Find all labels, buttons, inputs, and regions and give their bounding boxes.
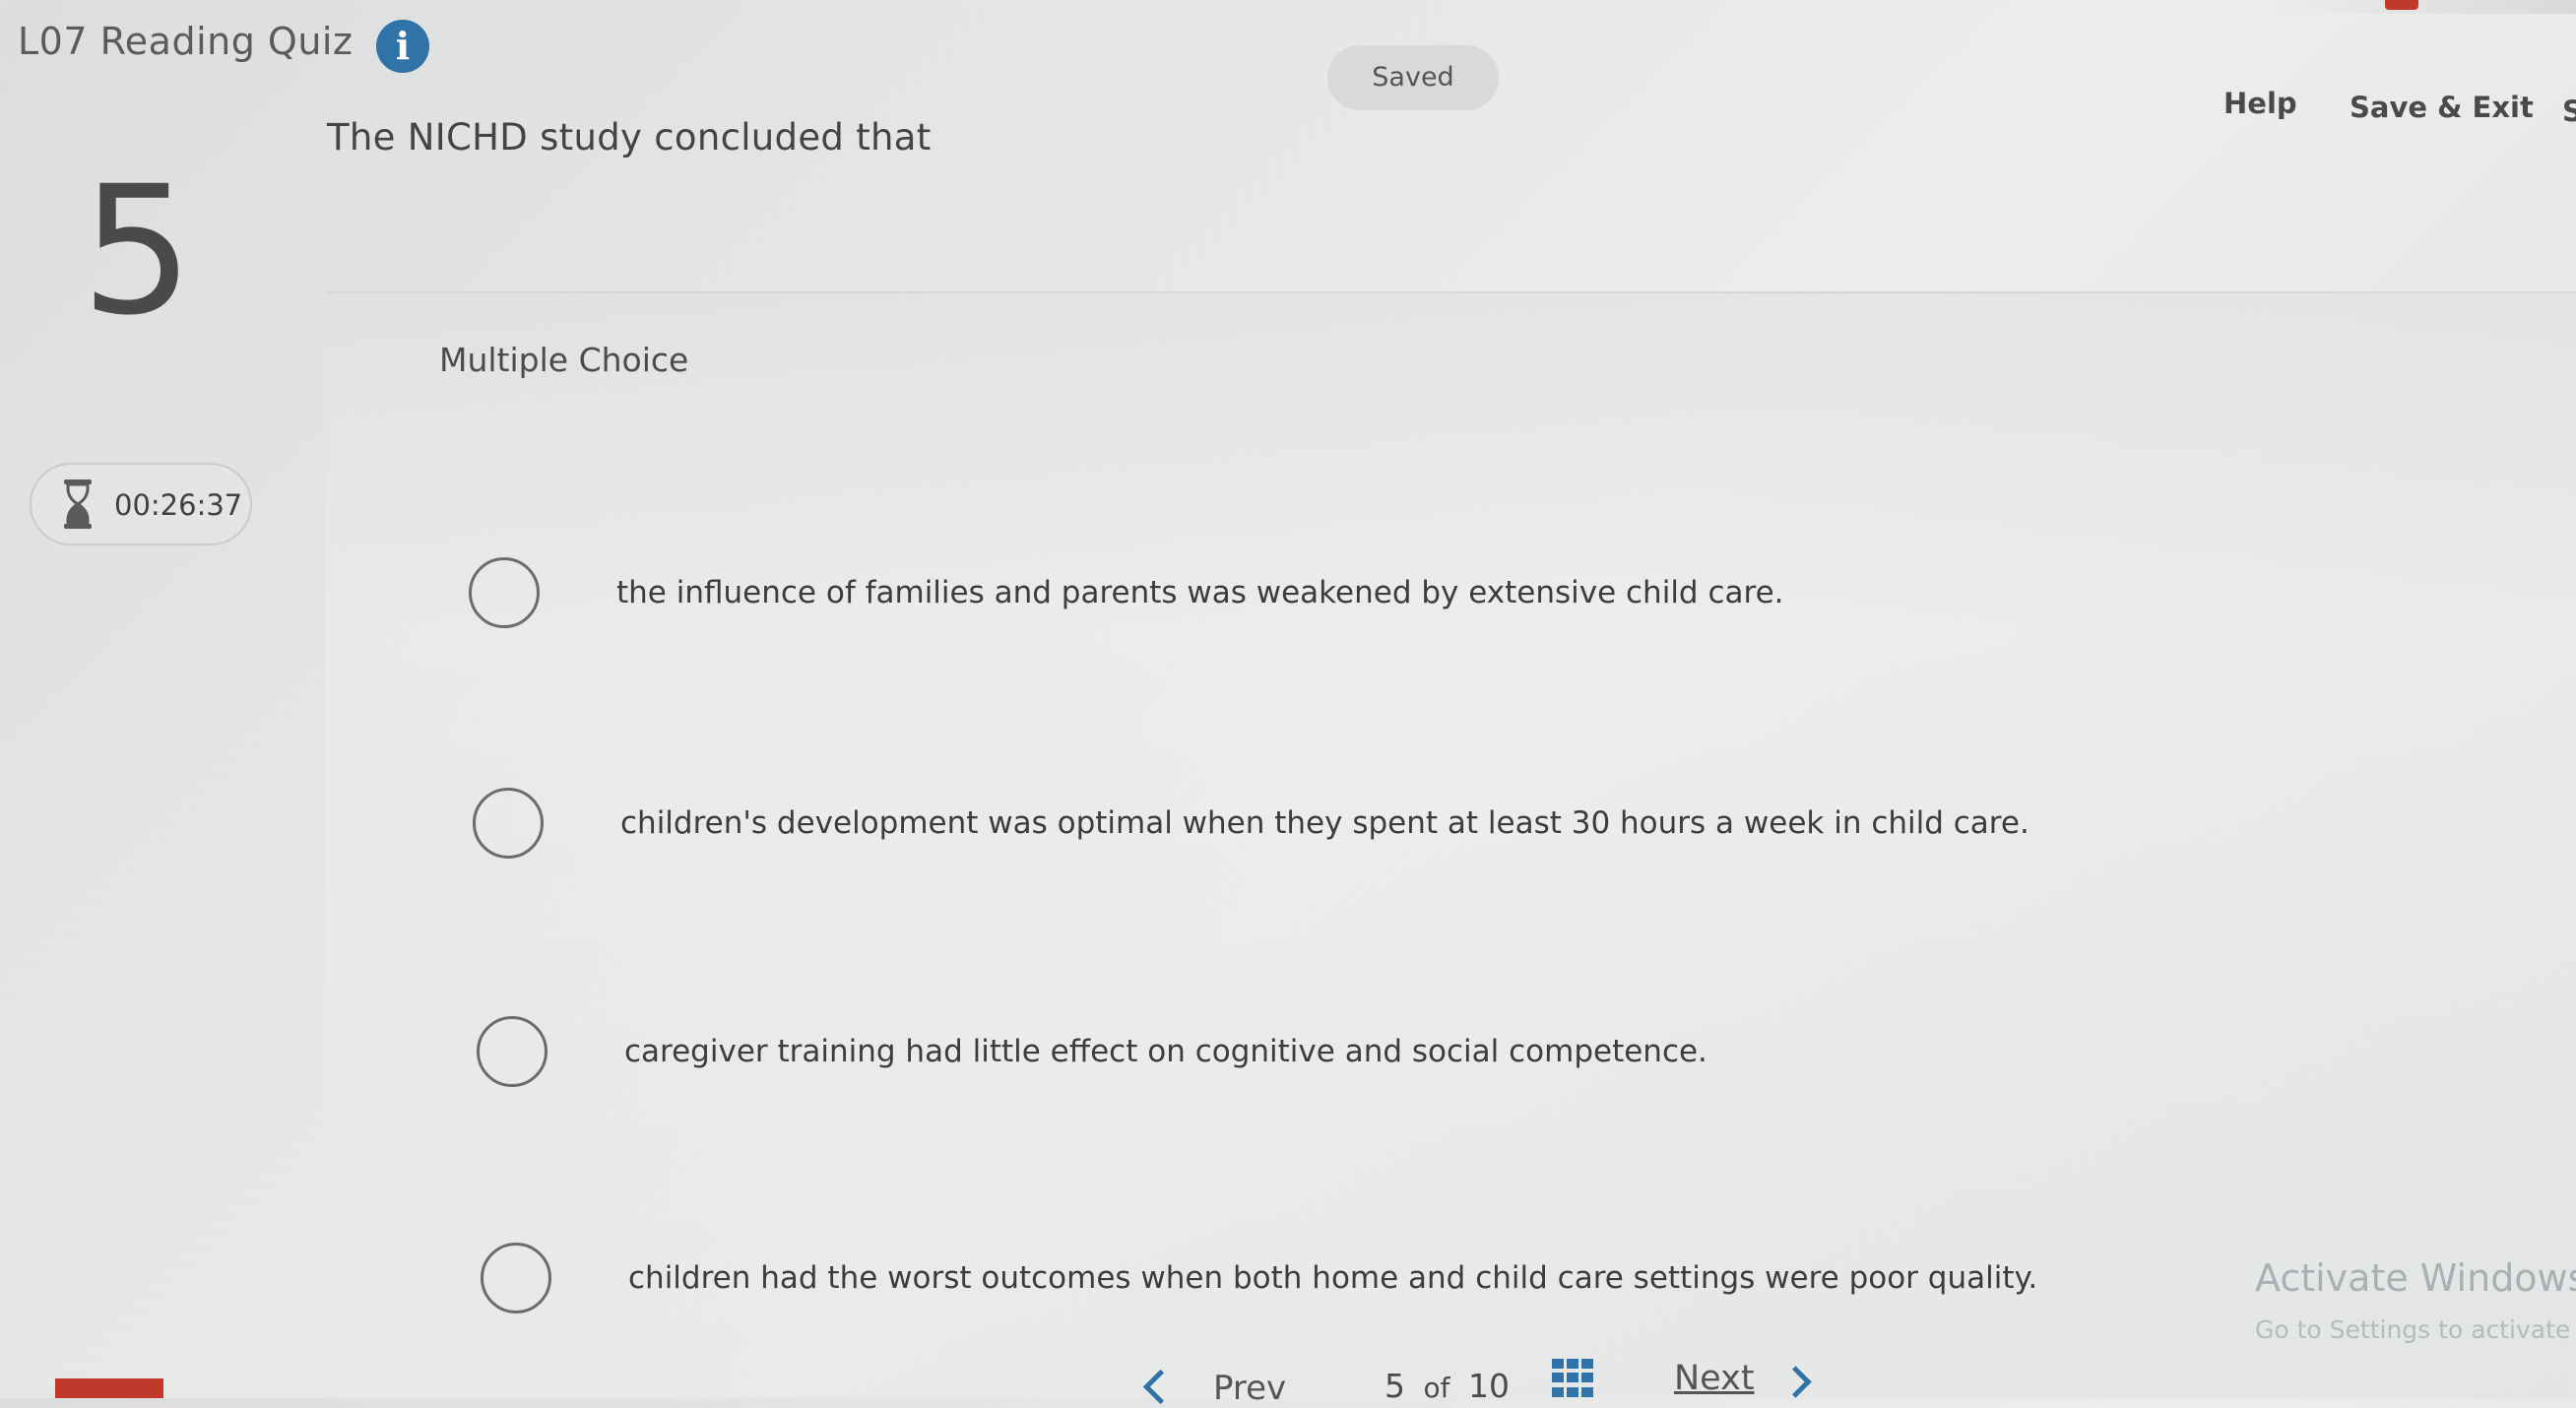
question-type-label: Multiple Choice [439,341,689,379]
quiz-title: L07 Reading Quiz [18,20,354,63]
answer-option[interactable]: children had the worst outcomes when bot… [481,1243,2253,1331]
total-pages: 10 [1468,1367,1510,1405]
save-status-badge: Saved [1327,45,1499,110]
page-counter: 5 of 10 [1385,1367,1510,1405]
window-edge-controls [2265,0,2576,14]
current-page: 5 [1385,1367,1405,1405]
radio-button[interactable] [469,557,540,628]
info-icon[interactable]: i [376,20,429,73]
chevron-left-icon [1142,1369,1179,1405]
answer-option[interactable]: caregiver training had little effect on … [477,1016,2249,1105]
activate-windows-subtitle: Go to Settings to activate Windows. [2255,1315,2576,1344]
radio-button[interactable] [473,788,544,859]
help-link[interactable]: Help [2223,87,2297,120]
timer[interactable]: 00:26:37 [30,463,252,545]
clipped-header-link[interactable]: S [2562,95,2576,128]
chevron-right-icon [1779,1366,1812,1398]
answer-option-label[interactable]: children's development was optimal when … [620,805,2029,841]
answer-option[interactable]: the influence of families and parents wa… [469,557,2241,646]
answer-option[interactable]: children's development was optimal when … [473,788,2245,876]
hourglass-icon [64,480,92,529]
answer-option-label[interactable]: children had the worst outcomes when bot… [628,1260,2037,1296]
next-label[interactable]: Next [1674,1359,1755,1398]
question-prompt: The NICHD study concluded that [327,116,932,159]
brand-logo-strip [55,1378,163,1398]
save-and-exit-link[interactable]: Save & Exit [2350,91,2534,124]
radio-button[interactable] [477,1016,547,1087]
answer-option-label[interactable]: caregiver training had little effect on … [624,1034,1707,1069]
radio-button[interactable] [481,1243,551,1313]
of-label: of [1423,1372,1450,1404]
window-edge-red-mark [2385,0,2418,10]
prev-button[interactable]: Prev [1142,1367,1310,1408]
question-grid-icon[interactable] [1552,1359,1597,1398]
answer-option-label[interactable]: the influence of families and parents wa… [616,575,1784,610]
next-button[interactable]: Next [1674,1359,1822,1398]
quiz-header: L07 Reading Quiz i Saved Help Save & Exi… [0,0,2576,128]
activate-windows-watermark: Activate Windows [2255,1256,2576,1300]
question-number: 5 [81,149,194,354]
prev-label[interactable]: Prev [1213,1369,1286,1408]
timer-remaining: 00:26:37 [114,488,243,522]
